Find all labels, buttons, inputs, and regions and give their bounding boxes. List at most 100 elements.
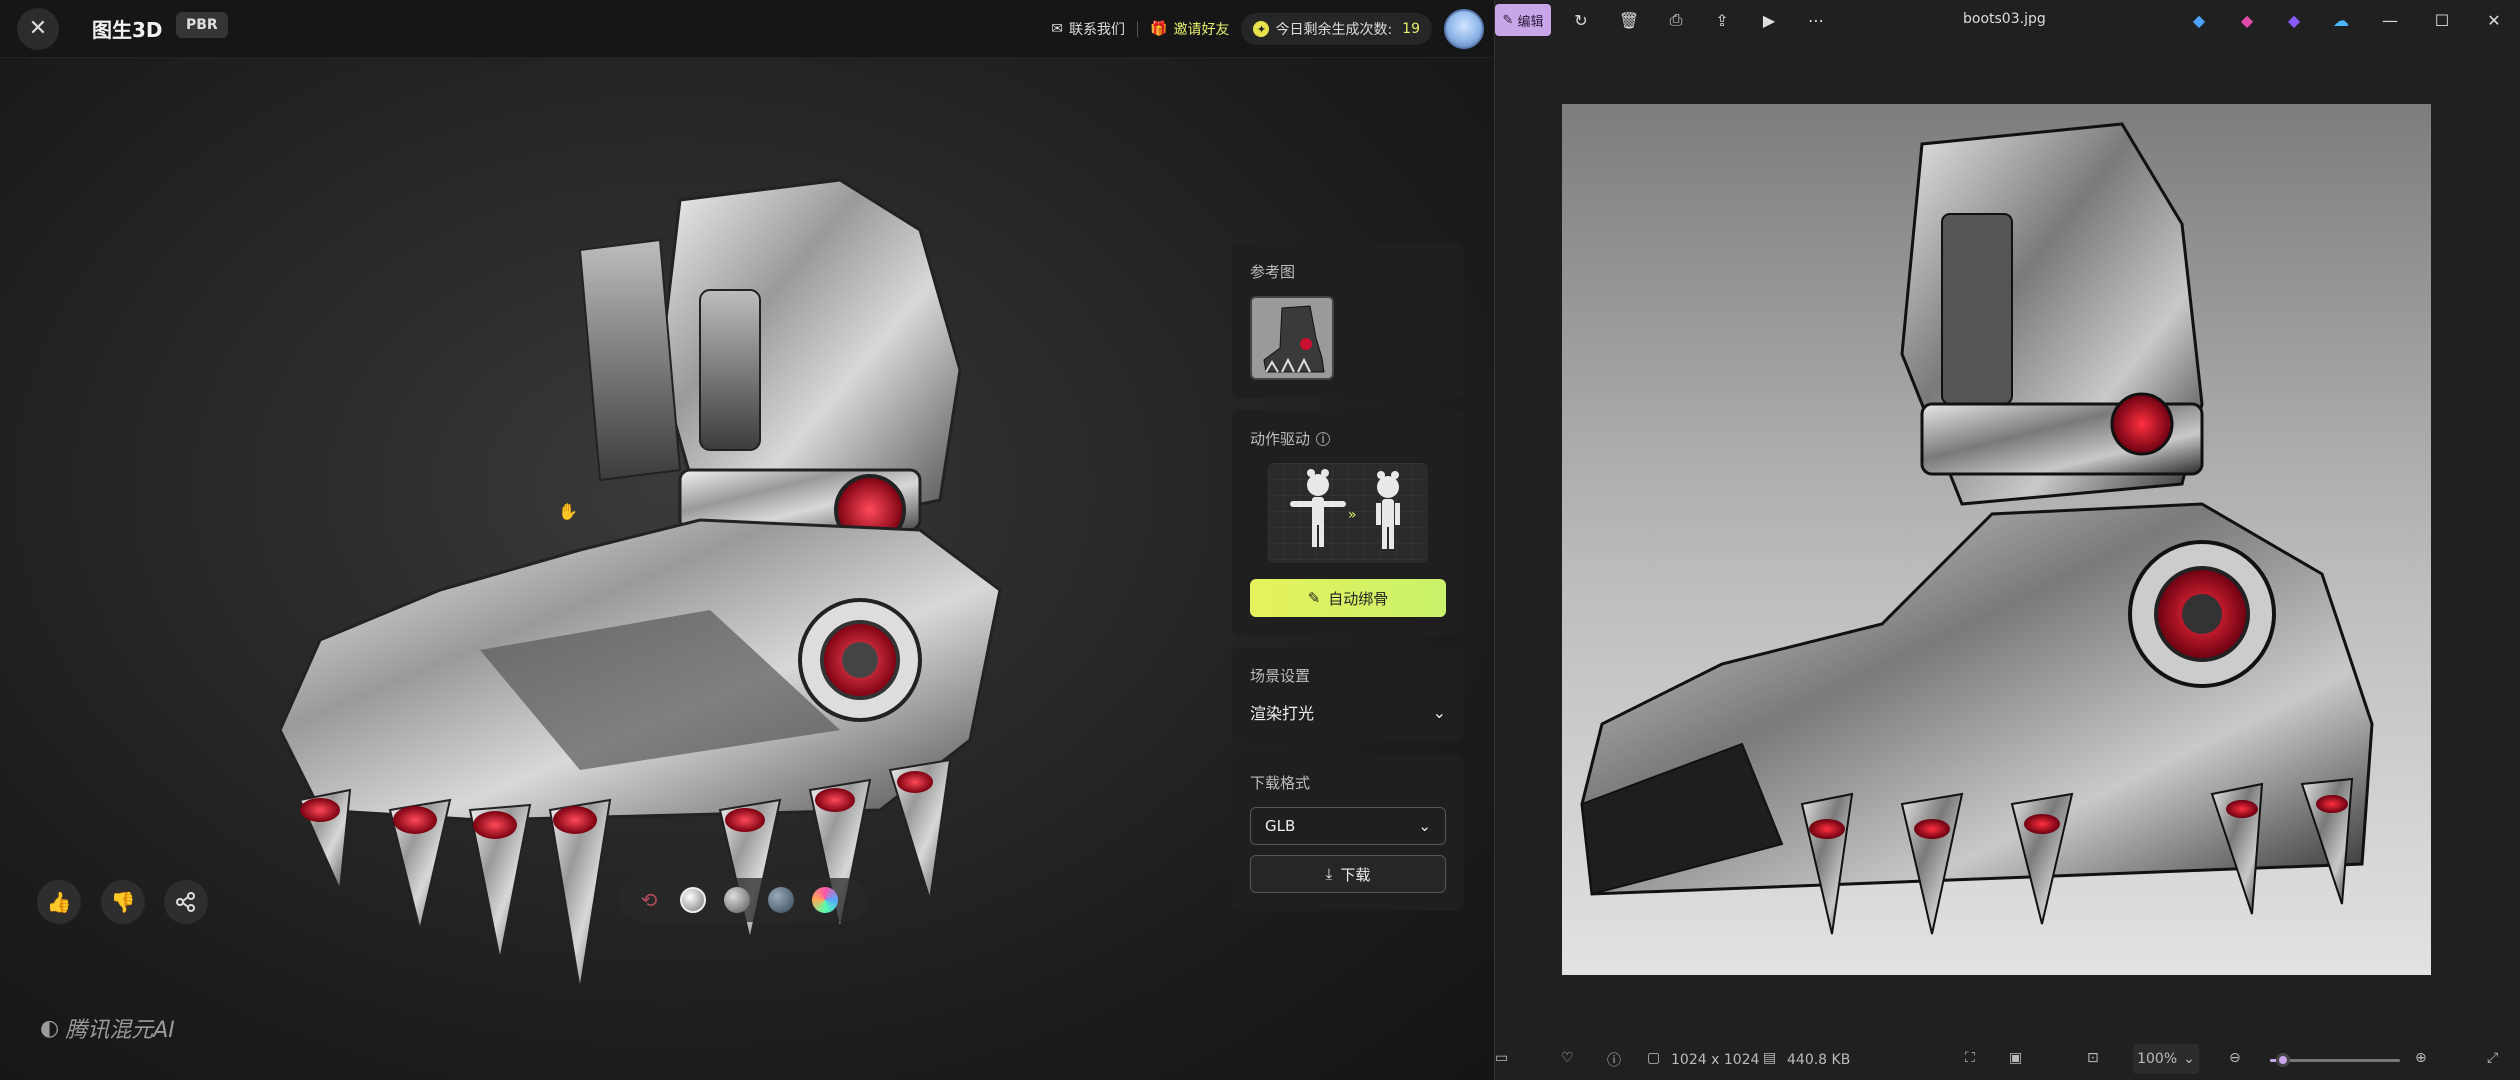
maximize-button[interactable]: ☐ <box>2427 6 2457 34</box>
zoom-slider-handle[interactable] <box>2276 1053 2290 1067</box>
3d-model-viewport[interactable] <box>280 170 1180 1080</box>
watermark: ◐ 腾讯混元AI <box>40 1012 175 1044</box>
window-close-button[interactable]: ✕ <box>2479 6 2509 34</box>
reference-thumbnail[interactable] <box>1250 296 1334 380</box>
thumbs-down-icon: 👎 <box>110 890 136 914</box>
material-matte[interactable] <box>724 887 750 913</box>
delete-icon[interactable]: 🗑 <box>1617 8 1641 32</box>
app-icon-designer[interactable]: ◆ <box>2187 8 2211 32</box>
close-icon: ✕ <box>28 16 48 41</box>
quota-badge: ✦ 今日剩余生成次数: 19 <box>1241 13 1432 45</box>
zoom-select[interactable]: 100% ⌄ <box>2133 1044 2199 1074</box>
quota-label: 今日剩余生成次数: <box>1275 22 1393 38</box>
edit-button[interactable]: ✎ 编辑 <box>1495 4 1551 36</box>
like-button[interactable]: 👍 <box>37 880 81 924</box>
slideshow-icon[interactable]: ▶ <box>1757 8 1781 32</box>
boot-photo <box>1580 122 2374 935</box>
app-icon-clipchamp[interactable]: ◆ <box>2282 8 2306 32</box>
header-actions: ✉ 联系我们 🎁 邀请好友 ✦ 今日剩余生成次数: 19 <box>1051 8 1484 50</box>
contact-link[interactable]: ✉ 联系我们 <box>1051 19 1125 39</box>
material-normal[interactable] <box>812 887 838 913</box>
reference-card: 参考图 <box>1232 243 1464 398</box>
page-title: 图生3D <box>92 18 163 42</box>
scene-title: 场景设置 <box>1250 667 1311 685</box>
crop-icon[interactable]: ⛶ <box>1965 1050 1975 1066</box>
rotate-icon[interactable]: ↻ <box>1569 8 1593 32</box>
info-icon[interactable]: i <box>1316 431 1331 446</box>
close-button[interactable]: ✕ <box>17 8 59 50</box>
download-card: 下载格式 GLB ⌄ ⤓ 下载 <box>1232 754 1464 911</box>
more-icon[interactable]: ⋯ <box>1804 8 1828 32</box>
download-format-title: 下载格式 <box>1250 774 1311 792</box>
zoom-level: 100% <box>2137 1051 2178 1067</box>
app-icon-copilot[interactable]: ◆ <box>2235 8 2259 32</box>
gift-icon: 🎁 <box>1150 21 1168 37</box>
hand-cursor-icon: ✋ <box>558 502 578 521</box>
side-panel: 参考图 动作驱动 i » ✎ 自动绑骨 场景设置 渲染打光 ⌄ 下载格式 GLB… <box>1232 243 1464 923</box>
file-size-icon: ▤ <box>1763 1050 1777 1066</box>
format-dropdown[interactable]: GLB ⌄ <box>1250 807 1446 845</box>
quota-value: 19 <box>1402 21 1420 37</box>
share-icon <box>176 892 195 912</box>
file-size: 440.8 KB <box>1787 1052 1851 1068</box>
edit-label: 编辑 <box>1517 14 1544 30</box>
svg-text:»: » <box>1348 507 1357 523</box>
auto-rig-button[interactable]: ✎ 自动绑骨 <box>1250 579 1446 617</box>
material-chrome[interactable] <box>680 887 706 913</box>
cloud-icon[interactable]: ☁ <box>2329 8 2353 32</box>
boot-ankle-center <box>842 642 878 678</box>
photos-viewer: ✎ 编辑 ↻ 🗑 ⎙ ⇪ ▶ ⋯ boots03.jpg ◆ ◆ ◆ ☁ — ☐… <box>1494 0 2520 1080</box>
reference-boot-icon <box>1252 298 1332 378</box>
share-button[interactable] <box>164 880 208 924</box>
chevron-down-icon: ⌄ <box>2183 1051 2195 1067</box>
contact-label: 联系我们 <box>1069 22 1126 38</box>
image-dimensions: 1024 x 1024 <box>1671 1052 1760 1068</box>
motion-title-label: 动作驱动 <box>1250 430 1311 448</box>
ocr-icon[interactable]: ▣ <box>2009 1050 2022 1066</box>
material-textured[interactable] <box>768 887 794 913</box>
invite-link[interactable]: 🎁 邀请好友 <box>1150 19 1229 39</box>
reference-title: 参考图 <box>1250 263 1296 281</box>
format-selected: GLB <box>1265 817 1296 835</box>
photos-toolbar: ✎ 编辑 ↻ 🗑 ⎙ ⇪ ▶ ⋯ boots03.jpg ◆ ◆ ◆ ☁ — ☐… <box>1495 0 2520 40</box>
boot-side-mechanism <box>578 238 682 482</box>
download-label: 下载 <box>1340 865 1371 884</box>
hunyuan-logo-icon: ◐ <box>40 1015 60 1041</box>
scene-select[interactable]: 渲染打光 ⌄ <box>1250 700 1446 724</box>
minimize-button[interactable]: — <box>2375 6 2405 34</box>
invite-label: 邀请好友 <box>1173 22 1230 38</box>
zoom-slider[interactable] <box>2270 1053 2400 1067</box>
share-icon[interactable]: ⇪ <box>1710 8 1734 32</box>
dislike-button[interactable]: 👎 <box>101 880 145 924</box>
motion-preview: » <box>1268 463 1428 563</box>
photo-image[interactable] <box>1562 104 2431 975</box>
scene-selected: 渲染打光 <box>1250 704 1315 723</box>
top-bar: ✕ 图生3D PBR ✉ 联系我们 🎁 邀请好友 ✦ 今日剩余生成次数: 19 <box>0 0 1494 58</box>
zoom-in-icon[interactable]: ⊕ <box>2415 1050 2427 1066</box>
avatar[interactable] <box>1444 9 1484 49</box>
download-button[interactable]: ⤓ 下载 <box>1250 855 1446 893</box>
zoom-out-icon[interactable]: ⊖ <box>2229 1050 2241 1066</box>
divider <box>1137 21 1139 37</box>
download-icon: ⤓ <box>1325 865 1333 883</box>
boot-piston <box>699 289 761 451</box>
chevron-down-icon: ⌄ <box>1432 702 1446 722</box>
print-icon[interactable]: ⎙ <box>1664 8 1688 32</box>
scene-card: 场景设置 渲染打光 ⌄ <box>1232 647 1464 742</box>
file-name: boots03.jpg <box>1963 11 2046 27</box>
filmstrip-icon[interactable]: ▭ <box>1495 1050 1508 1066</box>
fit-screen-icon[interactable]: ⊡ <box>2087 1050 2099 1066</box>
wand-icon: ✎ <box>1307 589 1321 607</box>
edit-icon: ✎ <box>1502 12 1514 28</box>
fullscreen-icon[interactable]: ⤢ <box>2487 1050 2498 1066</box>
material-switcher: ⟲ <box>618 878 868 922</box>
rotate-icon[interactable]: ⟲ <box>636 887 662 913</box>
watermark-text: 腾讯混元AI <box>65 1018 175 1043</box>
auto-rig-label: 自动绑骨 <box>1328 589 1389 608</box>
info-icon[interactable]: ⓘ <box>1607 1050 1621 1070</box>
motion-card: 动作驱动 i » ✎ 自动绑骨 <box>1232 410 1464 635</box>
favorite-icon[interactable]: ♡ <box>1561 1050 1574 1066</box>
hunyuan-3d-viewer: ✕ 图生3D PBR ✉ 联系我们 🎁 邀请好友 ✦ 今日剩余生成次数: 19 <box>0 0 1494 1080</box>
dimensions-icon: ▢ <box>1647 1050 1661 1066</box>
rig-figures-icon: » <box>1290 469 1400 549</box>
